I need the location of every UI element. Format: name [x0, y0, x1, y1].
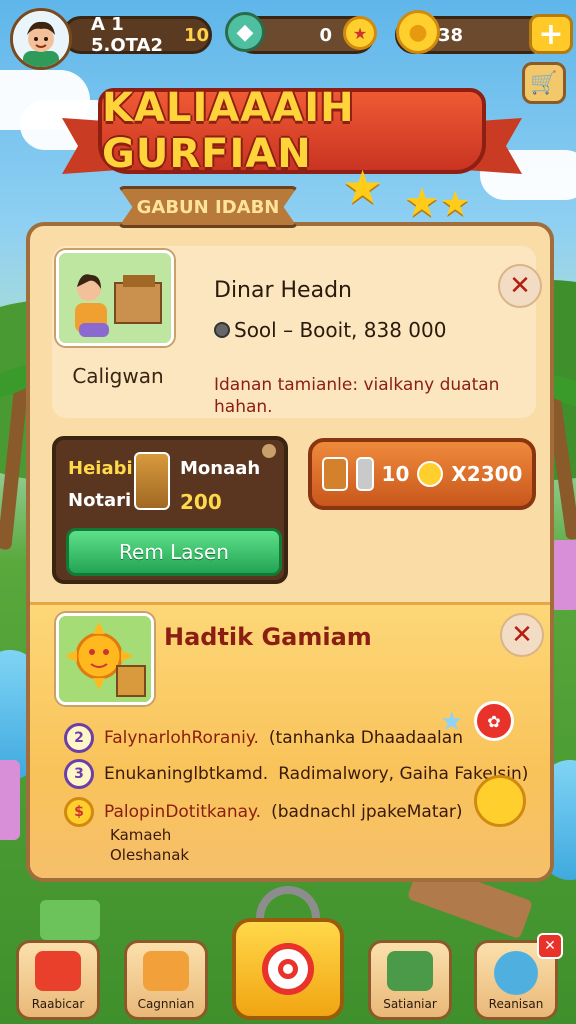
chest-icon: [143, 951, 189, 991]
avatar-face-icon: [13, 11, 69, 67]
resource-gems-value: 0: [319, 24, 332, 46]
puzzle-icon: [35, 951, 81, 991]
title-ribbon: KALIAAAIH GURFIAN: [98, 85, 486, 177]
nav-label: Cagnnian: [137, 997, 195, 1011]
card-subtitle: Sool – Booit, 838 000: [214, 318, 446, 342]
quest-row[interactable]: $ PalopinDotitkanay. (badnachl jpakeMata…: [64, 797, 463, 827]
coin-badge: $: [64, 797, 94, 827]
sun-thumbnail[interactable]: [56, 613, 154, 705]
close-button[interactable]: ✕: [498, 264, 542, 308]
add-coins-button[interactable]: +: [529, 14, 573, 54]
banner-subtitle: GABUN IDABN: [136, 196, 280, 218]
top-hud: A 1 5.OTA2 10 0 ◆ ★ 38 ● +: [10, 8, 573, 70]
player-name: A 1 5.OTA2: [91, 14, 163, 56]
offer-box: Heiabi Notari Monaah 200 Rem Lasen: [52, 436, 288, 584]
shop-cart-button[interactable]: 🛒: [522, 62, 566, 104]
alert-badge-button[interactable]: ✿: [474, 701, 514, 741]
card-description: Idanan tamianle: vialkany duatan hahan.: [214, 375, 500, 417]
star-icon: ★: [342, 160, 384, 214]
banner-title: KALIAAAIH GURFIAN: [102, 85, 355, 177]
sparkle-star-icon: ★: [440, 707, 464, 737]
purchase-button[interactable]: 10 X2300: [308, 438, 536, 510]
close-icon: ✕: [511, 620, 533, 650]
coin-small-icon: ★: [343, 16, 377, 50]
nav-item-reanisan[interactable]: Reanisan ✕: [474, 933, 563, 1020]
banner-subtitle-tag: GABUN IDABN: [118, 186, 298, 228]
offer-label-left-1: Heiabi: [68, 458, 133, 479]
star-icon: ★: [440, 184, 471, 224]
quest-label: PalopinDotitkanay.: [104, 802, 262, 822]
quest-detail: (badnachl jpakeMatar): [271, 802, 463, 822]
scroll-icon: [134, 452, 170, 510]
jar-icon: [321, 457, 348, 491]
nav-label: Reanisan: [488, 997, 544, 1011]
bottom-nav: Raabicar Cagnnian Satianiar Reanisan ✕: [0, 886, 576, 1024]
bottle-icon: [355, 457, 374, 491]
nav-item-raabicar[interactable]: Raabicar: [16, 940, 100, 1020]
search-icon: [262, 943, 314, 995]
globe-icon: [494, 951, 538, 995]
offer-label-right-1: Monaah: [180, 458, 261, 479]
nav-item-satianiar[interactable]: Satianiar: [368, 940, 452, 1020]
nav-label: Raabicar: [31, 997, 85, 1011]
info-card: Caligwan Dinar Headn Sool – Booit, 838 0…: [52, 246, 542, 418]
gift-box-icon: [387, 951, 433, 991]
orb-icon: [214, 322, 230, 338]
claim-button[interactable]: Rem Lasen: [66, 528, 282, 576]
quest-title: Hadtik Gamiam: [164, 623, 372, 651]
quest-label: FalynarlohRoraniy.: [104, 728, 259, 748]
card-title: Dinar Headn: [214, 278, 352, 303]
quest-extra-line: Kamaeh: [110, 826, 172, 844]
info-icon[interactable]: [262, 444, 276, 458]
nav-label: Satianiar: [383, 997, 437, 1011]
character-thumbnail[interactable]: [56, 250, 174, 346]
avatar[interactable]: [10, 8, 72, 70]
flower-icon: ✿: [487, 711, 501, 731]
quest-row[interactable]: 3 Enukaninglbtkamd. Radimalwory, Gaiha F…: [64, 759, 528, 789]
quest-detail: (tanhanka Dhaadaalan: [268, 728, 463, 748]
coin-icon: [417, 461, 444, 487]
nav-item-cagnnian[interactable]: Cagnnian: [124, 940, 208, 1020]
quest-row[interactable]: 2 FalynarlohRoraniy. (tanhanka Dhaadaala…: [64, 723, 463, 753]
cart-icon: 🛒: [530, 70, 558, 96]
close-icon: ✕: [509, 271, 531, 301]
notification-badge: ✕: [537, 933, 563, 959]
thumbnail-caption: Caligwan: [72, 364, 164, 388]
star-icon: ★: [404, 180, 440, 226]
resource-coins-value: 38: [438, 24, 464, 46]
number-badge: 3: [64, 759, 94, 789]
number-badge: 2: [64, 723, 94, 753]
main-panel: Caligwan Dinar Headn Sool – Booit, 838 0…: [26, 222, 554, 882]
player-level: 10: [183, 24, 209, 46]
player-pill[interactable]: A 1 5.OTA2 10: [62, 14, 212, 56]
price-count: 10: [381, 462, 410, 486]
center-lock-button[interactable]: [232, 918, 344, 1020]
coin-stack-icon: ●: [396, 10, 440, 54]
gold-coin-icon: [474, 775, 526, 827]
price-total: X2300: [451, 462, 523, 486]
quest-card: Hadtik Gamiam ✕ 2 FalynarlohRoraniy. (ta…: [30, 602, 550, 878]
offer-amount: 200: [180, 490, 222, 514]
close-button[interactable]: ✕: [500, 613, 544, 657]
quest-extra-line: Oleshanak: [110, 846, 190, 864]
gem-icon: ◆: [225, 12, 265, 52]
offer-label-left-2: Notari: [68, 490, 132, 511]
quest-label: Enukaninglbtkamd.: [104, 764, 269, 784]
